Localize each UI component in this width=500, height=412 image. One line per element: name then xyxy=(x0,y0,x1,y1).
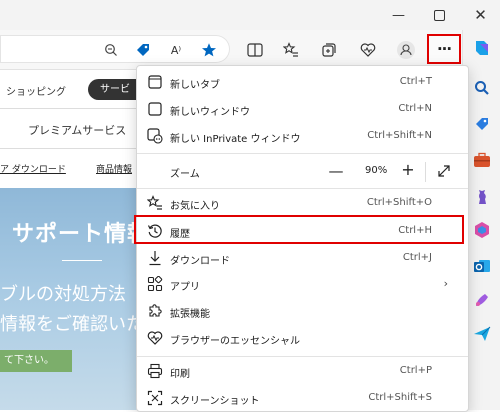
menu-item-apps[interactable]: アプリ › xyxy=(137,271,468,297)
menu-item-shortcut: Ctrl+J xyxy=(402,252,432,263)
menu-item-history[interactable]: 履歴 Ctrl+H xyxy=(137,218,468,244)
menu-item-shortcut: Ctrl+Shift+N xyxy=(367,130,432,141)
extensions-puzzle-icon xyxy=(147,303,163,319)
product-info-link[interactable]: 商品情報 xyxy=(96,162,132,175)
maximize-icon xyxy=(434,9,445,21)
hero-text-line2: 情報をご確認いた xyxy=(0,314,144,335)
menu-item-label: ブラウザーのエッセンシャル xyxy=(170,336,300,347)
screenshot-icon xyxy=(147,390,163,406)
menu-item-new-window[interactable]: 新しいウィンドウ Ctrl+N xyxy=(137,96,468,122)
zoom-divider xyxy=(425,162,426,182)
browser-essentials-heart-icon xyxy=(147,330,163,346)
split-screen-icon[interactable] xyxy=(244,39,266,61)
menu-item-browser-essentials[interactable]: ブラウザーのエッセンシャル xyxy=(137,325,468,351)
apps-icon xyxy=(147,276,163,292)
menu-item-label: 新しいタブ xyxy=(170,80,220,91)
menu-item-label: 拡張機能 xyxy=(170,309,210,320)
close-button[interactable]: ✕ xyxy=(462,0,499,30)
zoom-out-icon[interactable] xyxy=(100,39,122,61)
menu-item-label: ダウンロード xyxy=(170,256,230,267)
zoom-out-button[interactable]: — xyxy=(327,162,345,180)
menu-item-shortcut: Ctrl+Shift+O xyxy=(366,197,432,208)
menu-item-label: 履歴 xyxy=(170,229,190,240)
menu-item-shortcut: Ctrl+Shift+S xyxy=(368,392,432,403)
history-icon xyxy=(147,223,163,239)
read-aloud-icon[interactable]: A⁾ xyxy=(165,39,187,61)
browser-toolbar: A⁾ xyxy=(0,30,500,70)
new-window-icon xyxy=(147,101,163,117)
shopping-tag-icon[interactable] xyxy=(472,114,492,134)
download-link[interactable]: ア ダウンロード xyxy=(0,162,66,175)
menu-item-downloads[interactable]: ダウンロード Ctrl+J xyxy=(137,245,468,271)
hero-cta-button[interactable]: て下さい。 xyxy=(0,350,72,372)
menu-item-zoom: ズーム — 90% + xyxy=(137,158,468,184)
copilot-icon[interactable] xyxy=(472,38,492,58)
menu-item-print[interactable]: 印刷 Ctrl+P xyxy=(137,358,468,384)
menu-item-label: 新しい InPrivate ウィンドウ xyxy=(170,134,301,145)
title-bar: — ✕ xyxy=(0,0,500,30)
designer-icon[interactable] xyxy=(472,290,492,310)
menu-item-shortcut: Ctrl+H xyxy=(398,225,432,236)
settings-and-more-button[interactable]: ··· xyxy=(427,34,461,64)
minimize-button[interactable]: — xyxy=(380,0,417,30)
hero-text-line1: ブルの対処方法 xyxy=(0,284,126,305)
fullscreen-icon[interactable] xyxy=(435,162,453,180)
tools-briefcase-icon[interactable] xyxy=(472,150,492,170)
search-icon[interactable] xyxy=(472,78,492,98)
new-tab-icon xyxy=(147,74,163,90)
inprivate-icon xyxy=(147,128,163,144)
hero-divider xyxy=(62,260,102,261)
submenu-arrow-icon: › xyxy=(443,277,448,290)
menu-item-new-tab[interactable]: 新しいタブ Ctrl+T xyxy=(137,69,468,95)
menu-item-new-inprivate[interactable]: 新しい InPrivate ウィンドウ Ctrl+Shift+N xyxy=(137,123,468,149)
nav-shopping-link[interactable]: ショッピング xyxy=(6,83,66,98)
zoom-level: 90% xyxy=(365,165,388,176)
menu-item-shortcut: Ctrl+T xyxy=(399,76,432,87)
zoom-in-button[interactable]: + xyxy=(399,161,417,179)
favorite-star-icon[interactable] xyxy=(198,39,220,61)
coupon-tag-icon[interactable] xyxy=(132,39,154,61)
favorites-icon xyxy=(147,195,163,211)
printer-icon xyxy=(147,363,163,379)
zoom-label: ズーム xyxy=(170,169,200,180)
settings-menu: 新しいタブ Ctrl+T 新しいウィンドウ Ctrl+N 新しい InPriva… xyxy=(136,65,469,412)
menu-separator xyxy=(137,356,468,357)
menu-separator xyxy=(137,153,468,154)
collections-icon[interactable] xyxy=(318,39,340,61)
download-icon xyxy=(147,250,163,266)
menu-item-label: お気に入り xyxy=(170,201,220,212)
maximize-button[interactable] xyxy=(421,0,458,30)
hero-title: サポート情報 xyxy=(12,222,151,247)
menu-item-favorites[interactable]: お気に入り Ctrl+Shift+O xyxy=(137,190,468,216)
menu-item-screenshot[interactable]: スクリーンショット Ctrl+Shift+S xyxy=(137,385,468,411)
browser-essentials-icon[interactable] xyxy=(357,39,379,61)
profile-avatar[interactable] xyxy=(395,39,417,61)
menu-item-label: アプリ xyxy=(170,282,200,293)
menu-item-extensions[interactable]: 拡張機能 xyxy=(137,298,468,324)
games-chess-icon[interactable] xyxy=(472,186,492,206)
outlook-icon[interactable] xyxy=(472,256,492,276)
nav-premium-service-link[interactable]: プレミアムサービス xyxy=(28,122,126,138)
menu-item-label: 印刷 xyxy=(170,369,190,380)
menu-item-shortcut: Ctrl+P xyxy=(399,365,432,376)
favorites-list-icon[interactable] xyxy=(280,39,302,61)
menu-item-label: スクリーンショット xyxy=(170,396,260,407)
menu-separator xyxy=(137,188,468,189)
microsoft-365-icon[interactable] xyxy=(472,220,492,240)
send-drop-icon[interactable] xyxy=(472,324,492,344)
menu-item-label: 新しいウィンドウ xyxy=(170,107,250,118)
menu-item-shortcut: Ctrl+N xyxy=(398,103,432,114)
